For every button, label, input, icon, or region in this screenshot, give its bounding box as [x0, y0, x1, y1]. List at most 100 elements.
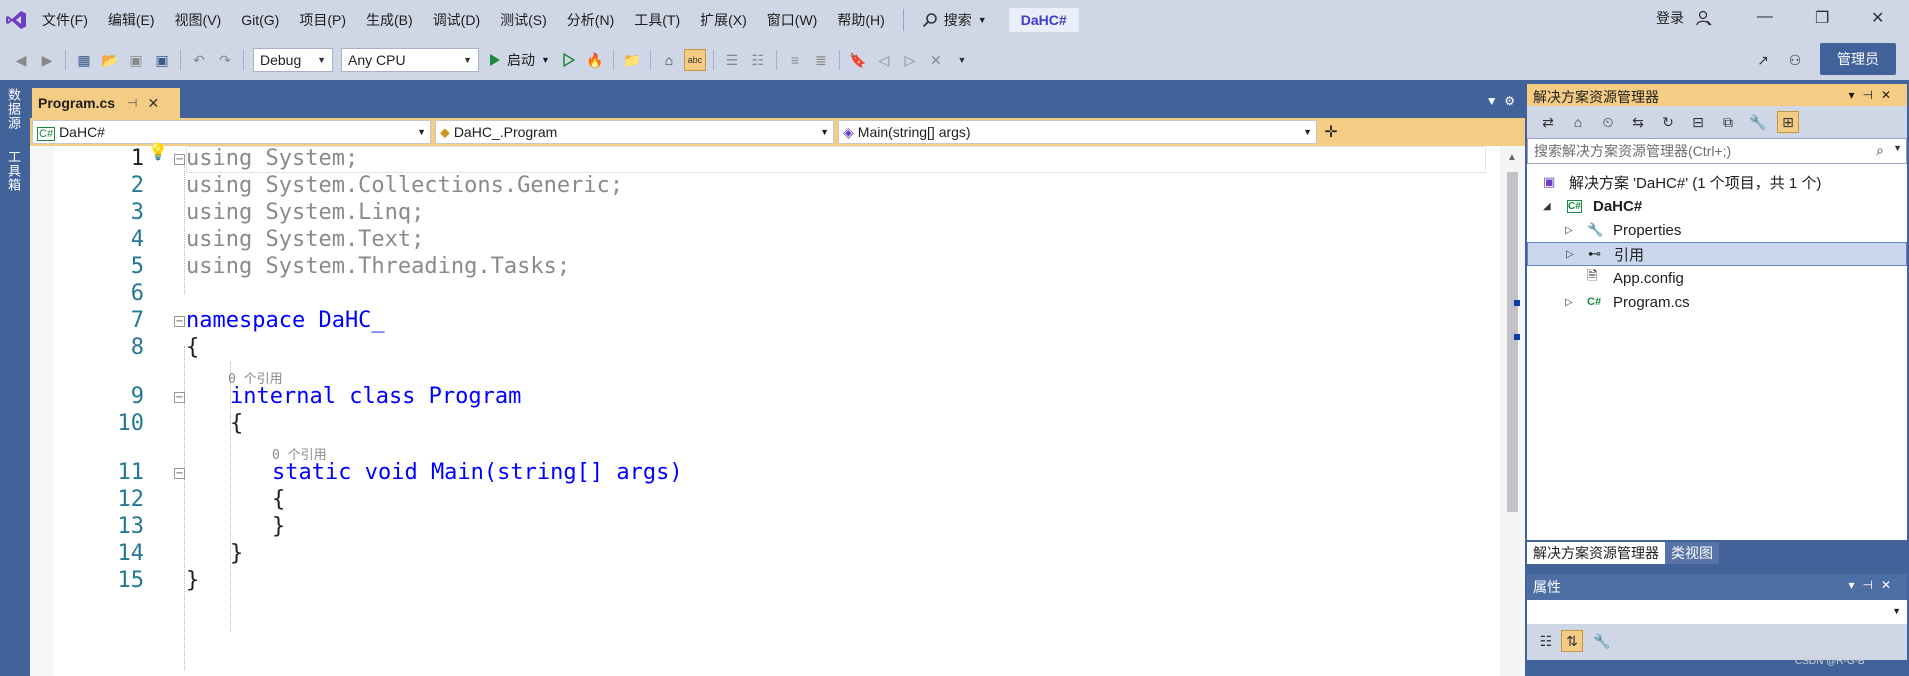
tree-item-app-config[interactable]: 🗎 App.config [1527, 266, 1907, 290]
refresh-icon[interactable]: ↻ [1657, 111, 1679, 133]
next-bookmark-icon[interactable]: ▷ [899, 49, 921, 71]
switch-views-icon[interactable]: ⇄ [1537, 111, 1559, 133]
minimize-icon[interactable]: — [1757, 8, 1773, 26]
indent-icon[interactable]: ≡ [784, 49, 806, 71]
back-icon[interactable]: ◀ [10, 49, 32, 71]
redo-icon[interactable]: ↷ [214, 49, 236, 71]
chevron-down-icon: ▼ [1892, 606, 1901, 616]
member-dropdown[interactable]: ◈ Main(string[] args) ▼ [838, 120, 1317, 144]
tab-program-cs[interactable]: Program.cs ⊣ ✕ [32, 88, 180, 118]
start-without-debugging-icon[interactable] [558, 49, 580, 71]
collapse-icon[interactable]: − [174, 468, 185, 479]
chevron-down-icon[interactable]: ▼ [1893, 143, 1902, 153]
preview-selected-icon[interactable]: ⊞ [1777, 111, 1799, 133]
class-dropdown[interactable]: ⬥ DaHC_.Program ▼ [435, 120, 834, 144]
close-icon[interactable]: ✕ [1871, 8, 1884, 28]
tab-class-view[interactable]: 类视图 [1665, 542, 1719, 564]
menu-window[interactable]: 窗口(W) [757, 0, 828, 40]
toolbar-separator [612, 50, 614, 70]
code-editor[interactable]: 💡 1 − using System; 2 using System.Colle… [30, 142, 1500, 676]
tree-item-references[interactable]: ▷ ⊷ 引用 [1527, 242, 1907, 266]
document-menu-icon[interactable]: ▼ ⚙ [1486, 94, 1515, 108]
menu-file[interactable]: 文件(F) [32, 0, 98, 40]
property-pages-icon[interactable]: 🔧 [1591, 630, 1613, 652]
panel-title: 解决方案资源管理器 [1533, 89, 1659, 105]
save-all-icon[interactable]: ▣ [151, 49, 173, 71]
uncomment-icon[interactable]: ☷ [747, 49, 769, 71]
menu-debug[interactable]: 调试(D) [423, 0, 490, 40]
menu-extensions[interactable]: 扩展(X) [690, 0, 757, 40]
expand-icon[interactable]: ▷ [1566, 249, 1574, 260]
undo-icon[interactable]: ↶ [188, 49, 210, 71]
tree-item-solution[interactable]: ▣ 解决方案 'DaHC#' (1 个项目，共 1 个) [1527, 170, 1907, 194]
start-debugging-button[interactable]: 启动 ▼ [489, 50, 550, 70]
platform-select[interactable]: Any CPU ▼ [341, 48, 479, 72]
menu-help[interactable]: 帮助(H) [827, 0, 894, 40]
menu-tools[interactable]: 工具(T) [624, 0, 690, 40]
search-icon[interactable]: ⌕ [1876, 142, 1884, 159]
open-folder-icon[interactable]: 📂 [99, 49, 121, 71]
solution-folder-icon[interactable]: 📁 [621, 49, 643, 71]
home-icon[interactable]: ⌂ [1567, 111, 1589, 133]
scrollbar-thumb[interactable] [1507, 172, 1518, 512]
login-link[interactable]: 登录 [1656, 8, 1684, 28]
editor-scrollbar[interactable]: ▲ [1500, 146, 1525, 676]
split-editor-icon[interactable]: ✛ [1321, 120, 1341, 144]
share-icon[interactable]: ↗ [1752, 49, 1774, 71]
menu-git[interactable]: Git(G) [231, 0, 289, 40]
admin-button[interactable]: 管理员 [1820, 43, 1896, 75]
data-sources-tab[interactable]: 数据源 [4, 88, 23, 130]
close-tab-icon[interactable]: ✕ [148, 95, 160, 112]
scroll-up-icon[interactable]: ▲ [1507, 152, 1517, 163]
live-share-icon[interactable]: ⚇ [1784, 49, 1806, 71]
panel-controls[interactable]: ▾⊣✕ [1848, 88, 1899, 102]
tree-item-program-cs[interactable]: ▷ C# Program.cs [1527, 290, 1907, 314]
bookmark-icon[interactable]: 🔖 [847, 49, 869, 71]
pin-icon[interactable]: ⊣ [127, 96, 137, 110]
categorized-icon[interactable]: ☷ [1535, 630, 1557, 652]
lightbulb-icon[interactable]: 💡 [148, 142, 168, 161]
expand-icon[interactable]: ▷ [1565, 297, 1573, 308]
new-project-icon[interactable]: ▦ [73, 49, 95, 71]
spell-check-icon[interactable]: abc [683, 49, 706, 71]
account-icon[interactable] [1696, 10, 1712, 29]
menu-test[interactable]: 测试(S) [490, 0, 557, 40]
solution-search-input[interactable]: 搜索解决方案资源管理器(Ctrl+;) ⌕ ▼ [1527, 138, 1907, 164]
tree-item-properties[interactable]: ▷ 🔧 Properties [1527, 218, 1907, 242]
search-button[interactable]: 搜索 ▼ [912, 10, 997, 30]
properties-object-select[interactable]: ▼ [1527, 600, 1907, 624]
properties-wrench-icon[interactable]: 🔧 [1747, 111, 1769, 133]
menu-analyze[interactable]: 分析(N) [557, 0, 624, 40]
outdent-icon[interactable]: ≣ [810, 49, 832, 71]
restore-icon[interactable]: ❐ [1815, 8, 1829, 28]
expanded-icon[interactable]: ◢ [1543, 201, 1551, 212]
menu-view[interactable]: 视图(V) [165, 0, 232, 40]
browser-link-icon[interactable]: ⌂ [658, 49, 680, 71]
toolbar-overflow-icon[interactable]: ▼ [951, 49, 973, 71]
forward-icon[interactable]: ▶ [36, 49, 58, 71]
menu-project[interactable]: 项目(P) [289, 0, 356, 40]
collapse-all-icon[interactable]: ⊟ [1687, 111, 1709, 133]
previous-bookmark-icon[interactable]: ◁ [873, 49, 895, 71]
configuration-select[interactable]: Debug ▼ [253, 48, 333, 72]
expand-icon[interactable]: ▷ [1565, 225, 1573, 236]
collapse-icon[interactable]: − [174, 316, 185, 327]
show-all-files-icon[interactable]: ⧉ [1717, 111, 1739, 133]
sync-icon[interactable]: ⇆ [1627, 111, 1649, 133]
collapse-icon[interactable]: − [174, 154, 185, 165]
panel-controls[interactable]: ▾⊣✕ [1848, 578, 1899, 592]
menu-build[interactable]: 生成(B) [356, 0, 423, 40]
save-icon[interactable]: ▣ [125, 49, 147, 71]
collapse-icon[interactable]: − [174, 392, 185, 403]
project-dropdown[interactable]: C# DaHC# ▼ [32, 120, 431, 144]
alphabetical-icon[interactable]: ⇅ [1561, 630, 1583, 652]
menu-edit[interactable]: 编辑(E) [98, 0, 165, 40]
tree-item-project[interactable]: ◢ C# DaHC# [1527, 194, 1907, 218]
visual-studio-logo-icon[interactable] [0, 0, 32, 40]
pending-changes-icon[interactable]: ⏲ [1597, 111, 1619, 133]
clear-bookmarks-icon[interactable]: ✕ [925, 49, 947, 71]
tab-solution-explorer[interactable]: 解决方案资源管理器 [1527, 542, 1665, 564]
comment-icon[interactable]: ☰ [721, 49, 743, 71]
hot-reload-icon[interactable]: 🔥 [584, 49, 606, 71]
toolbox-tab[interactable]: 工具箱 [4, 150, 23, 192]
